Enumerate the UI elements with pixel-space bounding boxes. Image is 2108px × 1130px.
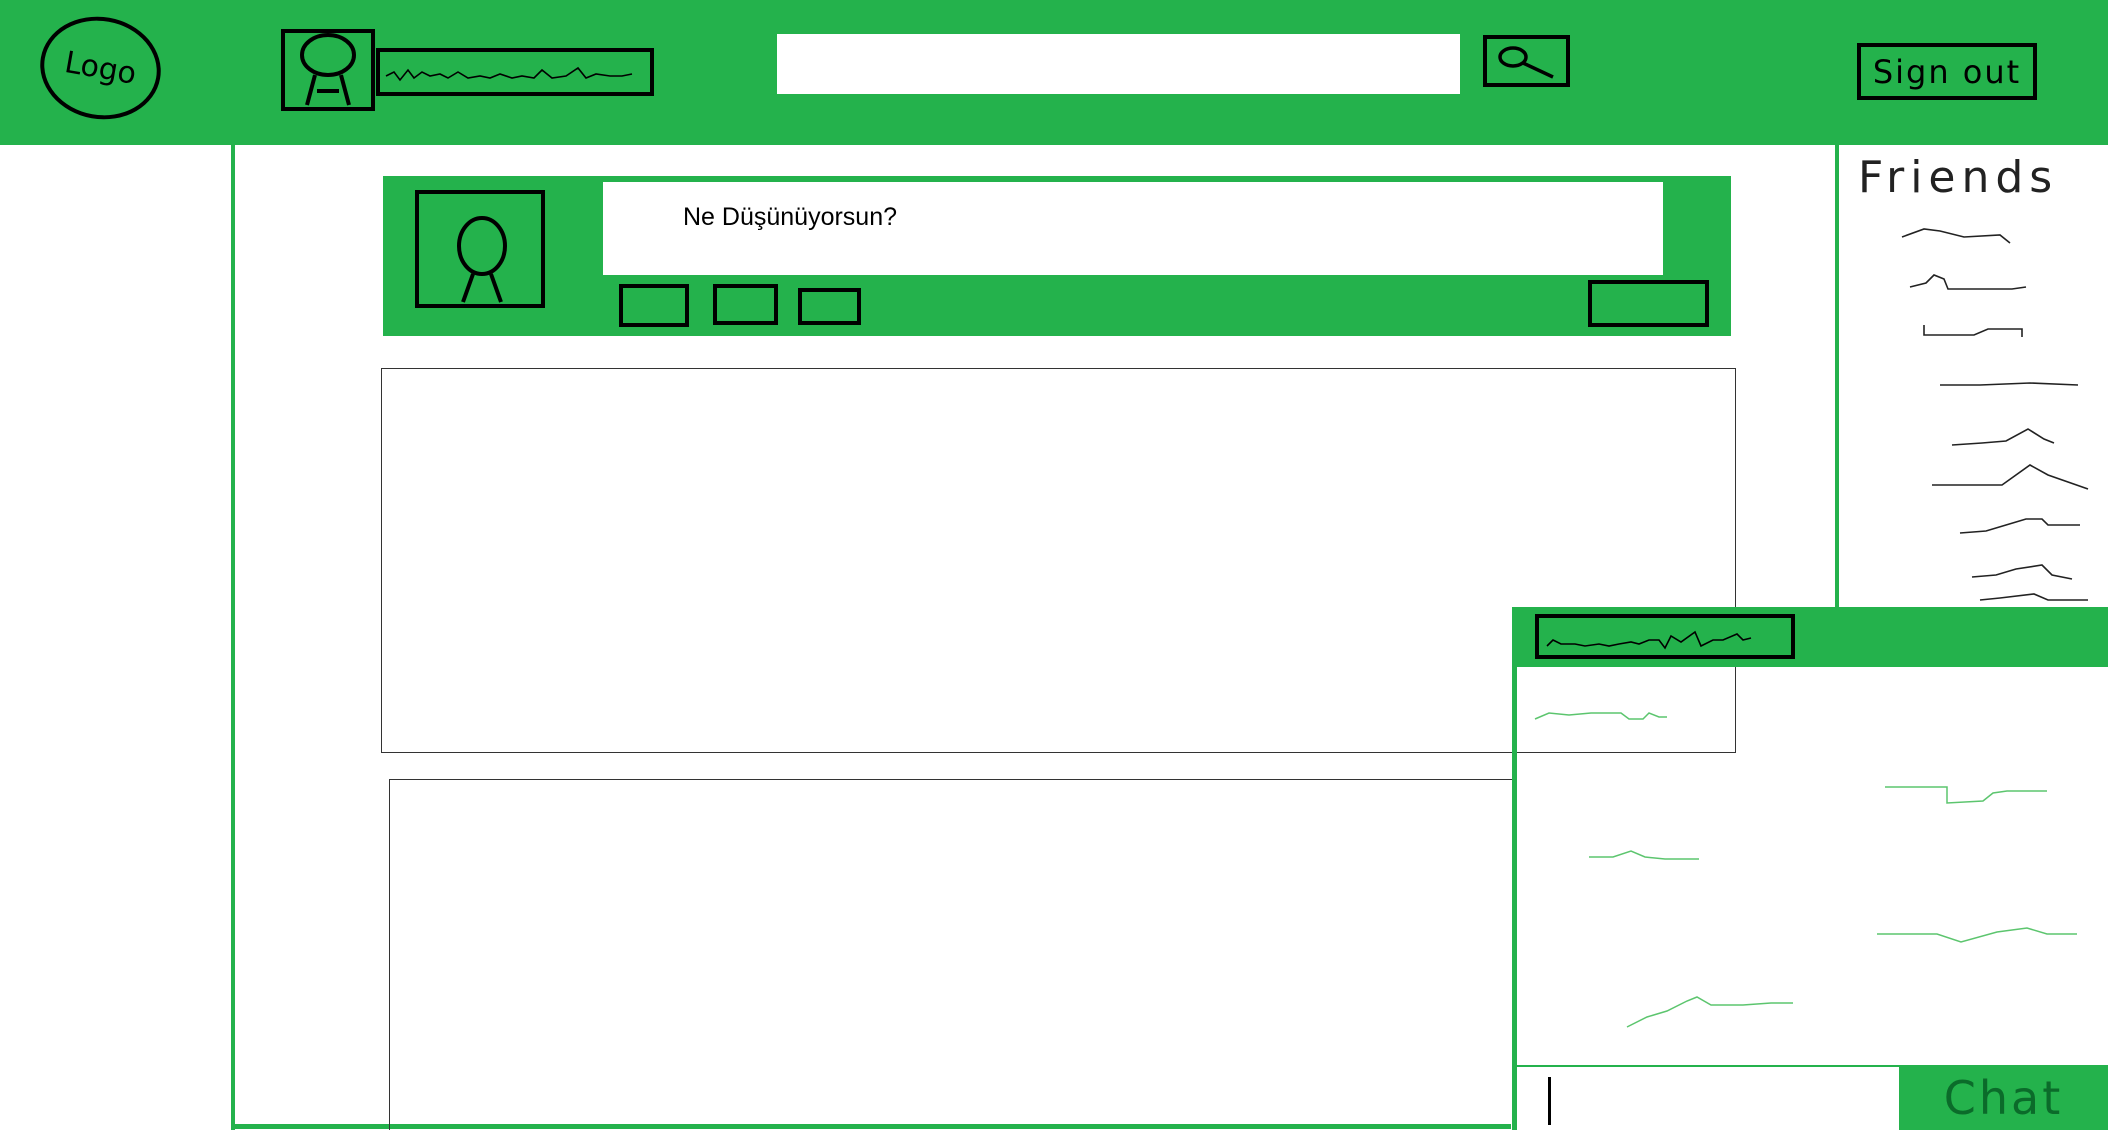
status-input[interactable]: Ne Düşünüyorsun? [603,182,1663,275]
chat-message-sent [1877,927,2077,943]
text-caret [1548,1077,1551,1125]
list-item[interactable] [1932,464,2089,490]
search-button[interactable] [1483,35,1570,87]
list-item[interactable] [1909,274,2027,290]
add-video-button[interactable] [713,284,778,325]
page-frame-left [231,145,235,1130]
sign-out-button[interactable]: Sign out [1857,43,2037,100]
chat-contact-name[interactable] [1535,614,1795,659]
logo-text: Logo [62,44,139,92]
chat-message-received [1626,996,1793,1028]
chat-input[interactable] [1517,1067,1899,1130]
add-photo-button[interactable] [619,284,689,327]
chat-contact-scribble [1546,630,1752,650]
chat-messages [1534,712,2077,1028]
post-card [389,779,1514,1130]
friends-list [1901,228,2089,601]
composer-avatar [415,190,545,308]
chat-message-received [1589,850,1699,860]
friends-title: Friends [1858,152,2059,203]
chat-send-button[interactable]: Chat [1899,1065,2108,1130]
chat-message-received [1534,712,1667,720]
add-feeling-button[interactable] [798,288,861,325]
list-item[interactable] [1951,428,2055,446]
list-item[interactable] [1979,593,2088,601]
user-icon [300,33,356,106]
search-input[interactable] [777,34,1460,94]
list-item[interactable] [1959,518,2080,534]
page-frame-right [1835,145,1839,607]
profile-name[interactable] [376,48,654,96]
list-item[interactable] [1940,382,2079,386]
list-item[interactable] [1971,564,2073,580]
chat-send-label: Chat [1943,1070,2064,1125]
profile-name-scribble [385,66,633,82]
user-icon [457,216,507,303]
status-input-placeholder: Ne Düşünüyorsun? [683,203,898,231]
sign-out-label: Sign out [1872,52,2022,91]
list-item[interactable] [1901,228,2011,244]
list-item[interactable] [1923,325,2023,337]
search-icon [1498,46,1554,79]
share-button[interactable] [1588,280,1709,327]
profile-avatar[interactable] [281,29,375,111]
chat-message-sent [1885,786,2047,804]
